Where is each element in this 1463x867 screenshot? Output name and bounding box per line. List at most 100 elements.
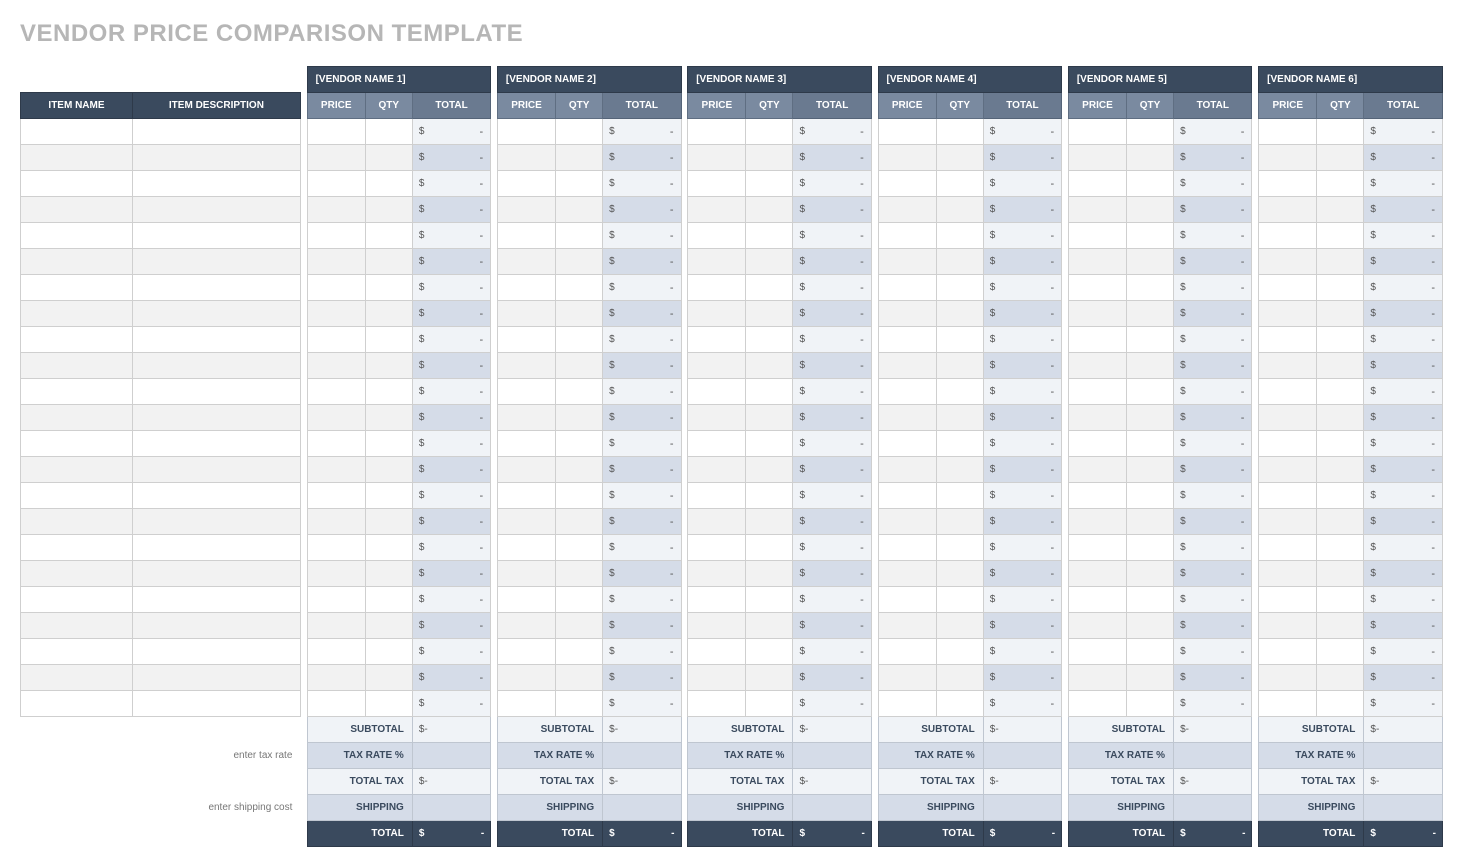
qty-cell[interactable] [936, 613, 983, 639]
qty-cell[interactable] [1317, 119, 1364, 145]
price-cell[interactable] [688, 301, 746, 327]
qty-cell[interactable] [1127, 431, 1174, 457]
price-cell[interactable] [1259, 119, 1317, 145]
footer-input-cell[interactable] [412, 795, 490, 821]
item-desc-cell[interactable] [132, 613, 300, 639]
price-cell[interactable] [878, 561, 936, 587]
item-desc-cell[interactable] [132, 275, 300, 301]
qty-cell[interactable] [746, 483, 793, 509]
price-cell[interactable] [878, 613, 936, 639]
qty-cell[interactable] [556, 405, 603, 431]
qty-cell[interactable] [365, 535, 412, 561]
price-cell[interactable] [497, 587, 555, 613]
qty-cell[interactable] [365, 119, 412, 145]
qty-cell[interactable] [1127, 561, 1174, 587]
qty-cell[interactable] [556, 561, 603, 587]
price-cell[interactable] [878, 639, 936, 665]
qty-cell[interactable] [556, 171, 603, 197]
item-desc-cell[interactable] [132, 691, 300, 717]
price-cell[interactable] [1259, 691, 1317, 717]
price-cell[interactable] [1068, 613, 1126, 639]
qty-cell[interactable] [936, 431, 983, 457]
footer-input-cell[interactable] [603, 795, 681, 821]
price-cell[interactable] [497, 275, 555, 301]
price-cell[interactable] [307, 327, 365, 353]
item-desc-cell[interactable] [132, 457, 300, 483]
item-name-cell[interactable] [21, 483, 133, 509]
price-cell[interactable] [1068, 509, 1126, 535]
qty-cell[interactable] [746, 509, 793, 535]
price-cell[interactable] [688, 353, 746, 379]
qty-cell[interactable] [936, 145, 983, 171]
qty-cell[interactable] [936, 327, 983, 353]
qty-cell[interactable] [936, 587, 983, 613]
price-cell[interactable] [1068, 275, 1126, 301]
item-desc-cell[interactable] [132, 535, 300, 561]
qty-cell[interactable] [746, 353, 793, 379]
qty-cell[interactable] [1317, 405, 1364, 431]
price-cell[interactable] [688, 119, 746, 145]
qty-cell[interactable] [1127, 483, 1174, 509]
item-name-cell[interactable] [21, 327, 133, 353]
qty-cell[interactable] [1317, 535, 1364, 561]
qty-cell[interactable] [746, 145, 793, 171]
price-cell[interactable] [307, 561, 365, 587]
price-cell[interactable] [688, 275, 746, 301]
qty-cell[interactable] [556, 275, 603, 301]
price-cell[interactable] [688, 483, 746, 509]
price-cell[interactable] [307, 665, 365, 691]
price-cell[interactable] [497, 561, 555, 587]
qty-cell[interactable] [1317, 145, 1364, 171]
price-cell[interactable] [497, 249, 555, 275]
qty-cell[interactable] [365, 327, 412, 353]
footer-input-cell[interactable] [412, 743, 490, 769]
qty-cell[interactable] [746, 431, 793, 457]
price-cell[interactable] [878, 405, 936, 431]
qty-cell[interactable] [1317, 665, 1364, 691]
qty-cell[interactable] [1127, 119, 1174, 145]
price-cell[interactable] [307, 457, 365, 483]
price-cell[interactable] [878, 301, 936, 327]
item-desc-cell[interactable] [132, 561, 300, 587]
qty-cell[interactable] [365, 561, 412, 587]
item-name-cell[interactable] [21, 301, 133, 327]
price-cell[interactable] [688, 197, 746, 223]
qty-cell[interactable] [1127, 275, 1174, 301]
footer-input-cell[interactable] [1364, 743, 1443, 769]
item-desc-cell[interactable] [132, 223, 300, 249]
qty-cell[interactable] [936, 509, 983, 535]
price-cell[interactable] [878, 535, 936, 561]
price-cell[interactable] [307, 613, 365, 639]
price-cell[interactable] [497, 171, 555, 197]
price-cell[interactable] [1068, 535, 1126, 561]
price-cell[interactable] [497, 457, 555, 483]
qty-cell[interactable] [1127, 353, 1174, 379]
price-cell[interactable] [688, 509, 746, 535]
qty-cell[interactable] [556, 353, 603, 379]
qty-cell[interactable] [556, 223, 603, 249]
price-cell[interactable] [307, 431, 365, 457]
price-cell[interactable] [497, 613, 555, 639]
qty-cell[interactable] [365, 691, 412, 717]
qty-cell[interactable] [936, 119, 983, 145]
price-cell[interactable] [878, 223, 936, 249]
qty-cell[interactable] [556, 249, 603, 275]
qty-cell[interactable] [365, 249, 412, 275]
price-cell[interactable] [1259, 613, 1317, 639]
price-cell[interactable] [1259, 379, 1317, 405]
item-desc-cell[interactable] [132, 327, 300, 353]
qty-cell[interactable] [1317, 379, 1364, 405]
qty-cell[interactable] [365, 509, 412, 535]
item-name-cell[interactable] [21, 457, 133, 483]
item-name-cell[interactable] [21, 223, 133, 249]
qty-cell[interactable] [1317, 561, 1364, 587]
qty-cell[interactable] [365, 353, 412, 379]
qty-cell[interactable] [1127, 691, 1174, 717]
price-cell[interactable] [1259, 639, 1317, 665]
price-cell[interactable] [688, 561, 746, 587]
price-cell[interactable] [1259, 275, 1317, 301]
qty-cell[interactable] [1127, 587, 1174, 613]
qty-cell[interactable] [1127, 457, 1174, 483]
qty-cell[interactable] [1317, 301, 1364, 327]
price-cell[interactable] [1068, 223, 1126, 249]
